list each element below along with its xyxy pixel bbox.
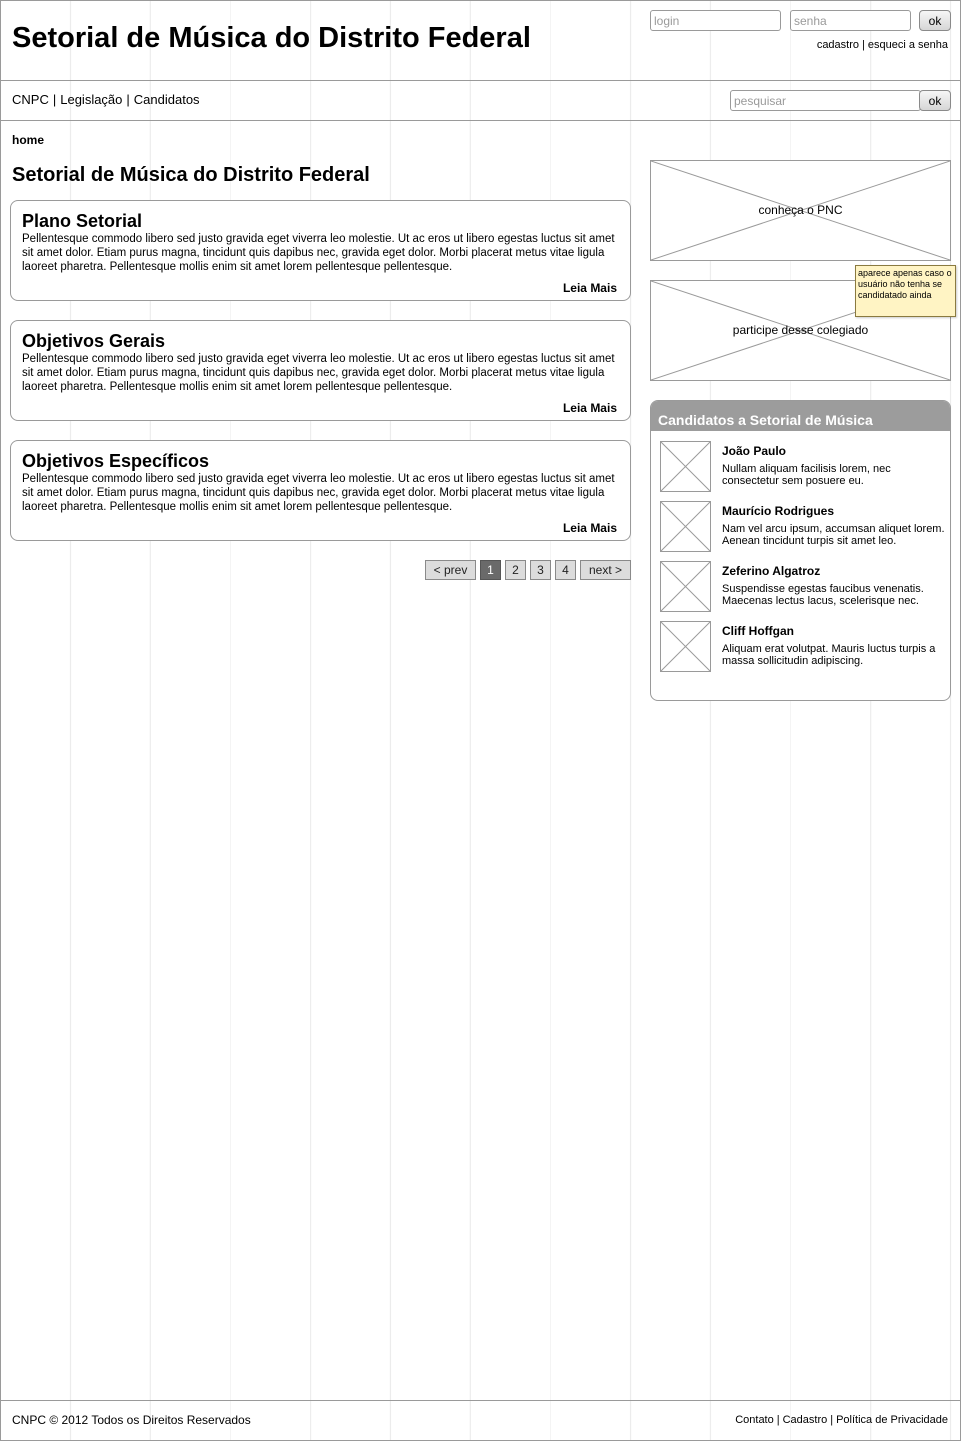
image-placeholder-icon	[660, 441, 711, 492]
candidate-description: Suspendisse egestas faucibus venenatis. …	[722, 583, 924, 607]
search-input[interactable]	[730, 90, 921, 111]
candidate-avatar[interactable]	[660, 441, 711, 492]
read-more-link[interactable]: Leia Mais	[563, 521, 617, 535]
image-placeholder-icon	[660, 621, 711, 672]
password-input[interactable]	[790, 10, 911, 31]
footer-link-contato[interactable]: Contato	[735, 1414, 774, 1426]
pagination-page-2[interactable]: 2	[505, 560, 526, 580]
section-title: Objetivos Gerais	[22, 331, 166, 351]
image-placeholder-icon	[660, 501, 711, 552]
nav-item-cnpc[interactable]: CNPC	[12, 92, 49, 107]
footer-links: Contato | Cadastro | Política de Privacidade	[735, 1414, 948, 1426]
forgot-password-link[interactable]: esqueci a senha	[868, 39, 948, 51]
pagination-next-button[interactable]: next >	[580, 560, 631, 580]
header-divider	[0, 80, 961, 81]
search-button[interactable]: ok	[919, 90, 951, 111]
candidates-panel-title: Candidatos a Setorial de Música	[651, 401, 950, 431]
section-body: Pellentesque commodo libero sed justo gr…	[22, 473, 615, 513]
footer-link-cadastro[interactable]: Cadastro	[783, 1414, 828, 1426]
main-nav: CNPC | Legislação | Candidatos	[12, 92, 200, 107]
pagination-page-3[interactable]: 3	[530, 560, 551, 580]
candidate-description: Nam vel arcu ipsum, accumsan aliquet lor…	[722, 523, 945, 547]
site-title: Setorial de Música do Distrito Federal	[12, 22, 531, 54]
footer-divider	[0, 1400, 961, 1401]
login-input[interactable]	[650, 10, 781, 31]
candidate-avatar[interactable]	[660, 561, 711, 612]
candidate-avatar[interactable]	[660, 621, 711, 672]
candidates-panel: Candidatos a Setorial de Música João Pau…	[650, 400, 951, 701]
pnc-banner[interactable]: conheça o PNC	[650, 160, 951, 261]
footer-separator: |	[776, 1414, 780, 1426]
nav-divider	[0, 120, 961, 121]
nav-item-legislacao[interactable]: Legislação	[60, 92, 122, 107]
section-card-plano-setorial: Plano Setorial Pellentesque commodo libe…	[10, 200, 631, 301]
footer-copyright: CNPC © 2012 Todos os Direitos Reservados	[12, 1413, 251, 1427]
candidate-avatar[interactable]	[660, 501, 711, 552]
section-card-objetivos-gerais: Objetivos Gerais Pellentesque commodo li…	[10, 320, 631, 421]
section-title: Objetivos Específicos	[22, 451, 210, 471]
annotation-note: aparece apenas caso o usuário não tenha …	[855, 265, 956, 317]
read-more-link[interactable]: Leia Mais	[563, 401, 617, 415]
read-more-link[interactable]: Leia Mais	[563, 281, 617, 295]
section-body: Pellentesque commodo libero sed justo gr…	[22, 353, 615, 393]
join-colegiado-label: participe desse colegiado	[732, 323, 869, 337]
section-body: Pellentesque commodo libero sed justo gr…	[22, 233, 615, 273]
pnc-banner-label: conheça o PNC	[758, 203, 843, 217]
footer-separator: |	[830, 1414, 834, 1426]
section-card-objetivos-especificos: Objetivos Específicos Pellentesque commo…	[10, 440, 631, 541]
nav-separator: |	[126, 92, 130, 107]
footer-link-privacidade[interactable]: Política de Privacidade	[836, 1414, 948, 1426]
candidate-name[interactable]: Cliff Hoffgan	[722, 624, 794, 638]
nav-item-candidatos[interactable]: Candidatos	[134, 92, 200, 107]
pagination-prev-button[interactable]: < prev	[425, 560, 476, 580]
candidate-description: Aliquam erat volutpat. Mauris luctus tur…	[722, 643, 936, 667]
candidate-name[interactable]: Zeferino Algatroz	[722, 564, 820, 578]
account-links: cadastro | esqueci a senha	[817, 39, 948, 51]
candidate-name[interactable]: João Paulo	[722, 444, 786, 458]
candidate-description: Nullam aliquam facilisis lorem, nec cons…	[722, 463, 891, 487]
section-title: Plano Setorial	[22, 211, 143, 231]
page-title: Setorial de Música do Distrito Federal	[12, 164, 370, 186]
image-placeholder-icon	[660, 561, 711, 612]
pagination-page-1[interactable]: 1	[480, 560, 501, 580]
breadcrumb-home[interactable]: home	[12, 133, 44, 147]
register-link[interactable]: cadastro	[817, 39, 859, 51]
pagination-page-4[interactable]: 4	[555, 560, 576, 580]
candidate-name[interactable]: Maurício Rodrigues	[722, 504, 834, 518]
login-button[interactable]: ok	[919, 10, 951, 31]
link-separator: |	[862, 39, 865, 51]
nav-separator: |	[52, 92, 57, 107]
